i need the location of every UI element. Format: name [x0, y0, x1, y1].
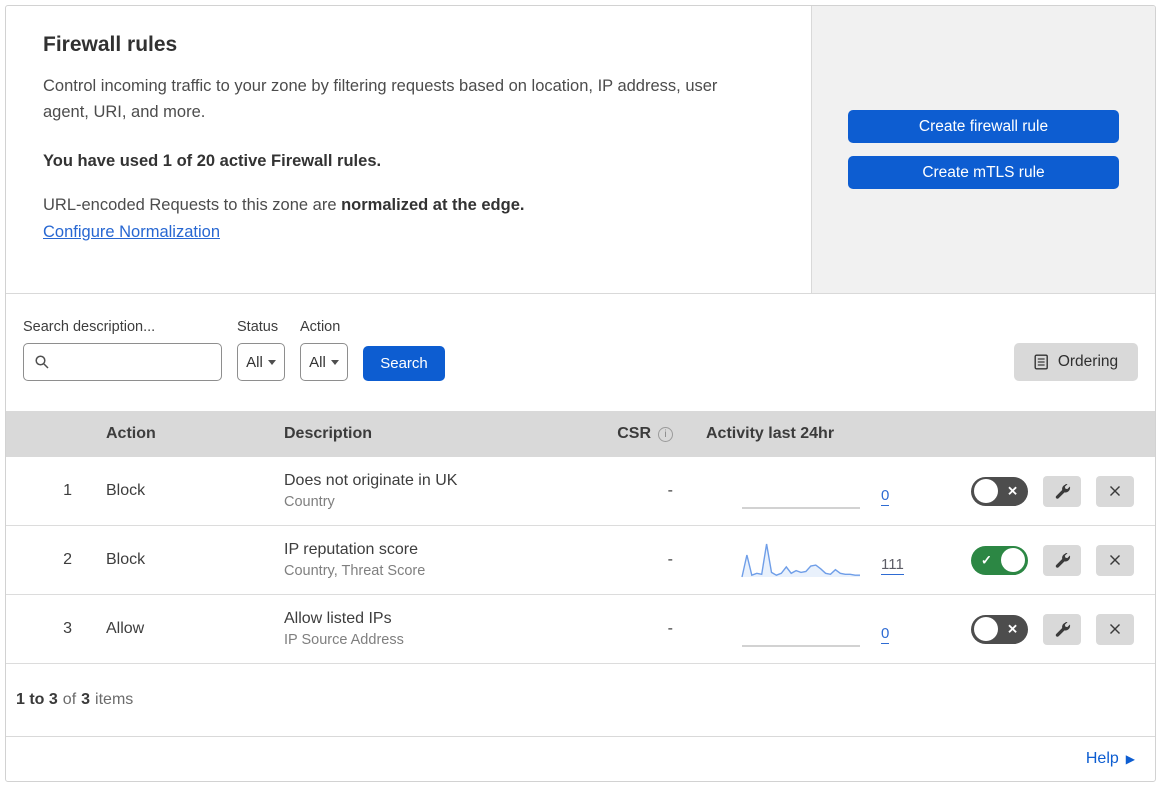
rule-description: Does not originate in UK [284, 472, 458, 489]
edit-rule-button[interactable] [1043, 475, 1081, 507]
rule-enabled-toggle[interactable]: ✕ [971, 614, 1028, 644]
chevron-down-icon [330, 359, 339, 365]
delete-rule-button[interactable] [1096, 475, 1134, 507]
status-filter-label: Status [237, 319, 279, 335]
rule-match-fields: Country [284, 494, 335, 510]
ordering-button[interactable]: Ordering [1014, 343, 1138, 381]
close-icon [1110, 624, 1120, 634]
rule-enabled-toggle[interactable]: ✓ [971, 545, 1028, 575]
delete-rule-button[interactable] [1096, 613, 1134, 645]
column-header-action: Action [106, 425, 156, 442]
header-section: Firewall rules Control incoming traffic … [6, 6, 1155, 294]
configure-normalization-link[interactable]: Configure Normalization [43, 223, 220, 242]
usage-note: You have used 1 of 20 active Firewall ru… [43, 152, 382, 170]
rules-table-header: Action Description CSR i Activity last 2… [6, 411, 1155, 457]
activity-count-link[interactable]: 0 [881, 625, 890, 644]
activity-count-link[interactable]: 111 [881, 556, 904, 575]
rule-action: Block [106, 482, 146, 499]
actions-panel: Create firewall rule Create mTLS rule [811, 6, 1155, 293]
rule-action: Allow [106, 620, 145, 637]
action-filter-value: All [309, 353, 326, 371]
toggle-state-icon: ✕ [1007, 621, 1018, 637]
search-label: Search description... [23, 319, 156, 335]
create-mtls-rule-button[interactable]: Create mTLS rule [848, 156, 1119, 189]
chevron-down-icon [267, 359, 276, 365]
help-arrow-icon: ▶ [1125, 752, 1135, 766]
items-total: 3 [81, 691, 91, 708]
column-header-activity: Activity last 24hr [706, 425, 835, 442]
ordering-button-label: Ordering [1057, 353, 1119, 370]
activity-sparkline [740, 472, 862, 510]
rule-csr-value: - [667, 620, 673, 637]
edit-rule-button[interactable] [1043, 544, 1081, 576]
page-title: Firewall rules [43, 33, 178, 56]
pagination-summary: 1 to 3 of 3 items [6, 664, 1155, 737]
activity-count-link[interactable]: 0 [881, 487, 890, 506]
toggle-knob [974, 617, 998, 641]
rule-row: 2 Block IP reputation score Country, Thr… [6, 526, 1155, 595]
items-range: 1 to 3 [16, 691, 58, 708]
rule-row: 3 Allow Allow listed IPs IP Source Addre… [6, 595, 1155, 664]
rules-table-body: 1 Block Does not originate in UK Country… [6, 457, 1155, 664]
create-firewall-rule-button[interactable]: Create firewall rule [848, 110, 1119, 143]
filter-bar: Search description... Status All Action … [6, 294, 1155, 411]
delete-rule-button[interactable] [1096, 544, 1134, 576]
toggle-knob [974, 479, 998, 503]
toggle-state-icon: ✕ [1007, 483, 1018, 499]
rule-priority: 3 [63, 620, 72, 637]
wrench-icon [1055, 621, 1070, 637]
edit-rule-button[interactable] [1043, 613, 1081, 645]
close-icon [1110, 486, 1120, 496]
rule-action: Block [106, 551, 146, 568]
rule-enabled-toggle[interactable]: ✕ [971, 476, 1028, 506]
rule-description: Allow listed IPs [284, 610, 392, 627]
ordering-list-icon [1034, 354, 1048, 370]
rule-description: IP reputation score [284, 541, 419, 558]
search-input-box [23, 343, 222, 381]
column-header-csr: CSR [617, 425, 651, 442]
normalization-note: URL-encoded Requests to this zone are no… [43, 196, 525, 214]
status-filter-dropdown[interactable]: All [237, 343, 285, 381]
rule-csr-value: - [667, 551, 673, 568]
rule-priority: 1 [63, 482, 72, 499]
rule-match-fields: IP Source Address [284, 632, 404, 648]
column-header-description: Description [284, 425, 373, 442]
help-footer: Help ▶ [6, 737, 1155, 781]
header-content: Firewall rules Control incoming traffic … [6, 6, 811, 293]
wrench-icon [1055, 552, 1070, 568]
help-link[interactable]: Help ▶ [1086, 750, 1135, 768]
csr-info-icon[interactable]: i [658, 426, 673, 442]
status-filter-value: All [246, 353, 263, 371]
rule-row: 1 Block Does not originate in UK Country… [6, 457, 1155, 526]
action-filter-label: Action [300, 319, 341, 335]
firewall-rules-card: Firewall rules Control incoming traffic … [5, 5, 1156, 782]
page-description: Control incoming traffic to your zone by… [43, 77, 718, 121]
search-description-input[interactable] [58, 353, 211, 371]
rule-match-fields: Country, Threat Score [284, 563, 426, 579]
activity-sparkline [740, 541, 862, 579]
rule-priority: 2 [63, 551, 72, 568]
activity-sparkline [740, 610, 862, 648]
search-icon [35, 355, 49, 369]
wrench-icon [1055, 483, 1070, 499]
toggle-state-icon: ✓ [981, 552, 992, 568]
action-filter-dropdown[interactable]: All [300, 343, 348, 381]
search-button[interactable]: Search [363, 346, 445, 381]
rule-csr-value: - [667, 482, 673, 499]
toggle-knob [1001, 548, 1025, 572]
close-icon [1110, 555, 1120, 565]
